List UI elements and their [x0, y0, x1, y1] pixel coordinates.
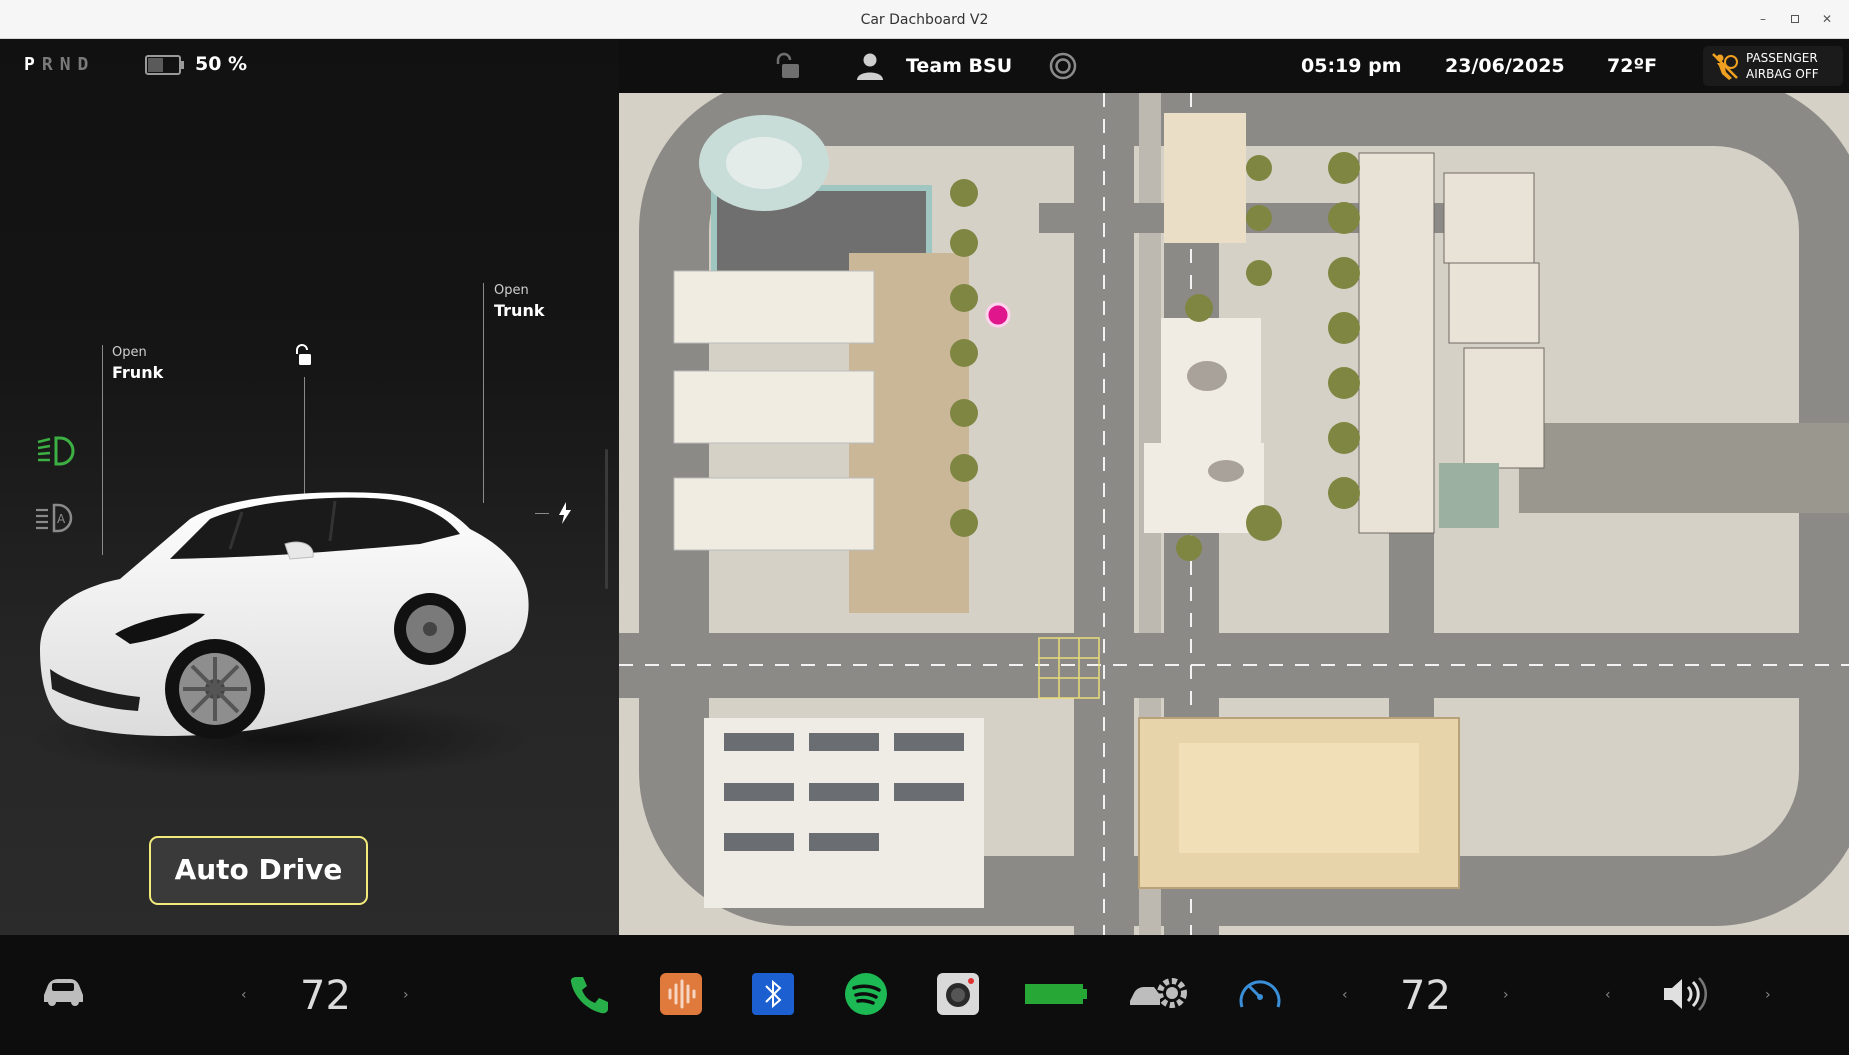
gear-r[interactable]: R — [42, 54, 60, 75]
clock-time: 05:19 pm — [1301, 55, 1402, 77]
gear-p[interactable]: P — [24, 54, 42, 75]
auto-drive-button[interactable]: Auto Drive — [149, 836, 368, 905]
driver-temperature: 72 — [300, 973, 351, 1019]
frunk-label: Open — [112, 345, 147, 360]
unlock-icon[interactable] — [292, 344, 314, 368]
outside-temperature: 72ºF — [1607, 55, 1658, 77]
voice-icon[interactable] — [660, 973, 702, 1015]
battery-percent: 50 % — [195, 53, 248, 75]
gear-n[interactable]: N — [60, 54, 78, 75]
charge-port-icon[interactable] — [556, 501, 574, 525]
airbag-line-2: AIRBAG OFF — [1746, 67, 1819, 81]
window-title: Car Dachboard V2 — [860, 12, 989, 28]
driver-temp-up-button[interactable]: › — [403, 987, 409, 1003]
minimize-icon[interactable]: – — [1754, 10, 1772, 28]
passenger-temp-up-button[interactable]: › — [1503, 987, 1509, 1003]
map-aerial-view[interactable] — [619, 93, 1849, 935]
close-icon[interactable]: ✕ — [1818, 10, 1836, 28]
passenger-temp-down-button[interactable]: ‹ — [1342, 987, 1348, 1003]
status-bar: Team BSU 05:19 pm 23/06/2025 72ºF PASSEN… — [619, 39, 1849, 93]
battery-status-icon[interactable] — [1024, 982, 1088, 1006]
volume-up-button[interactable]: › — [1765, 987, 1771, 1003]
volume-icon[interactable] — [1660, 975, 1714, 1013]
spotify-icon[interactable] — [845, 973, 887, 1015]
gear-selector[interactable]: PRND — [24, 54, 95, 75]
frunk-open-button[interactable]: Frunk — [112, 363, 163, 382]
window-titlebar: Car Dachboard V2 – ✕ — [0, 0, 1849, 39]
passenger-airbag-status: PASSENGER AIRBAG OFF — [1703, 46, 1843, 86]
panel-scrollbar[interactable] — [605, 449, 608, 589]
car-image — [30, 492, 530, 779]
car-icon[interactable] — [40, 975, 86, 1007]
current-location-marker[interactable] — [985, 302, 1011, 328]
bluetooth-icon[interactable] — [752, 973, 794, 1015]
gear-d[interactable]: D — [78, 54, 96, 75]
driver-temp-down-button[interactable]: ‹ — [241, 987, 247, 1003]
lock-status-icon[interactable] — [773, 52, 803, 80]
user-name[interactable]: Team BSU — [906, 39, 1012, 93]
trunk-label: Open — [494, 283, 529, 298]
date: 23/06/2025 — [1445, 55, 1565, 77]
battery-icon — [145, 55, 184, 75]
volume-down-button[interactable]: ‹ — [1605, 987, 1611, 1003]
speedometer-icon[interactable] — [1236, 971, 1284, 1017]
airbag-line-1: PASSENGER — [1746, 51, 1818, 65]
bottom-dock: ‹ 72 › ‹ 72 › ‹ › — [0, 935, 1849, 1055]
passenger-temperature: 72 — [1400, 973, 1451, 1019]
phone-icon[interactable] — [568, 973, 610, 1015]
user-icon[interactable] — [855, 52, 885, 80]
camera-icon[interactable] — [937, 973, 979, 1015]
airbag-off-icon — [1712, 53, 1738, 80]
trunk-open-button[interactable]: Trunk — [494, 301, 544, 320]
navigation-map[interactable] — [619, 93, 1849, 935]
car-settings-icon[interactable] — [1128, 973, 1192, 1013]
sentry-icon[interactable] — [1049, 52, 1077, 80]
restore-icon[interactable] — [1786, 10, 1804, 28]
vehicle-panel: PRND 50 % Open Trunk Open Frunk A Auto D… — [0, 39, 619, 935]
